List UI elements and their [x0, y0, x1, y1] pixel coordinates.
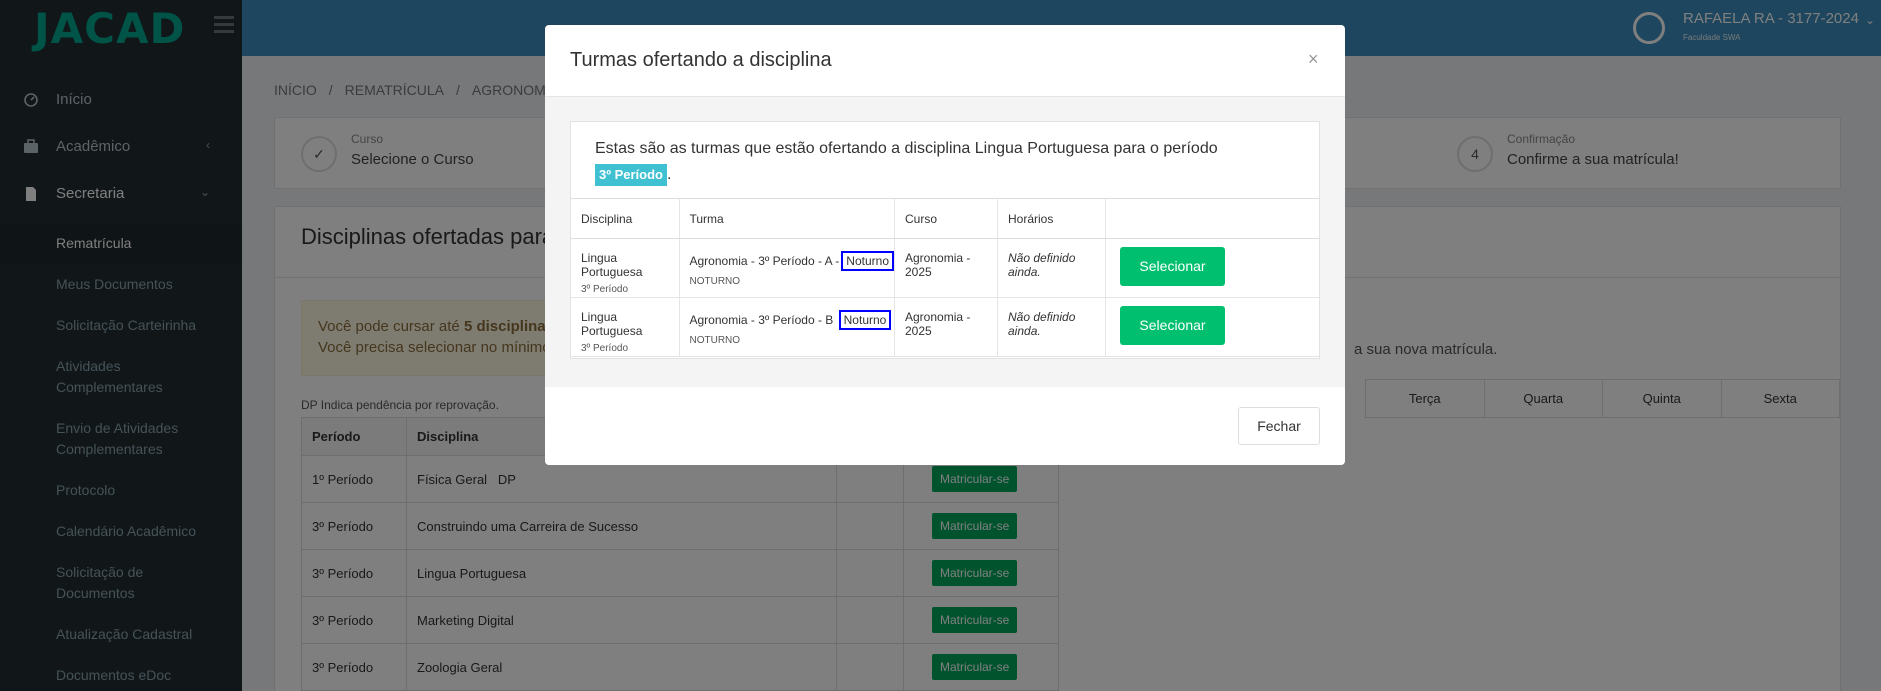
cell-disciplina: Lingua Portuguesa 3º Período — [571, 297, 680, 357]
disciplina-periodo: 3º Período — [581, 284, 629, 295]
intro-text: Estas são as turmas que estão ofertando … — [595, 140, 1218, 157]
cell-action: Selecionar — [1105, 238, 1319, 298]
modal-body: Estas são as turmas que estão ofertando … — [545, 97, 1345, 387]
cell-horarios: Não definido ainda. — [997, 238, 1106, 298]
cell-disciplina: Lingua Portuguesa 3º Período — [571, 238, 680, 298]
column-header: Horários — [997, 198, 1106, 239]
cell-horarios: Não definido ainda. — [997, 297, 1106, 357]
cell-action: Selecionar — [1105, 297, 1319, 357]
cell-turma: Agronomia - 3º Período - B Noturno NOTURN… — [679, 297, 895, 357]
table-row: Lingua Portuguesa 3º Período Agronomia - … — [571, 238, 1319, 298]
modal-footer: Fechar — [545, 387, 1345, 465]
column-header: Curso — [894, 198, 998, 239]
disciplina-periodo: 3º Período — [581, 343, 629, 354]
turno-highlight: Noturno — [841, 251, 894, 271]
cell-curso: Agronomia - 2025 — [894, 297, 998, 357]
turmas-table: Disciplina Turma Curso Horários Lingua P… — [571, 198, 1319, 357]
selecionar-button[interactable]: Selecionar — [1120, 247, 1225, 286]
column-header — [1105, 198, 1319, 239]
cell-turma: Agronomia - 3º Período - A - Noturno NOTUR… — [679, 238, 895, 298]
column-header: Disciplina — [571, 198, 680, 239]
modal-title: Turmas ofertando a disciplina — [570, 49, 832, 71]
turma-name: Agronomia - 3º Período - A - — [689, 254, 840, 268]
turmas-card: Estas são as turmas que estão ofertando … — [570, 121, 1320, 359]
cell-curso: Agronomia - 2025 — [894, 238, 998, 298]
turma-name: Agronomia - 3º Período - B — [689, 313, 834, 327]
disciplina-name: Lingua Portuguesa — [581, 310, 643, 338]
periodo-badge: 3º Período — [595, 164, 667, 186]
selecionar-button[interactable]: Selecionar — [1120, 306, 1225, 345]
close-icon[interactable]: × — [1308, 49, 1319, 70]
fechar-button[interactable]: Fechar — [1238, 407, 1320, 445]
turno-highlight: Noturno — [838, 310, 892, 330]
turma-turno: NOTURNO — [689, 276, 741, 287]
table-row: Lingua Portuguesa 3º Período Agronomia - … — [571, 297, 1319, 357]
column-header: Turma — [679, 198, 895, 239]
turma-turno: NOTURNO — [689, 335, 741, 346]
modal-header: Turmas ofertando a disciplina × — [545, 25, 1345, 97]
modal-intro: Estas são as turmas que estão ofertando … — [595, 136, 1295, 188]
disciplina-name: Lingua Portuguesa — [581, 251, 643, 279]
turmas-modal: Turmas ofertando a disciplina × Estas sã… — [545, 25, 1345, 465]
